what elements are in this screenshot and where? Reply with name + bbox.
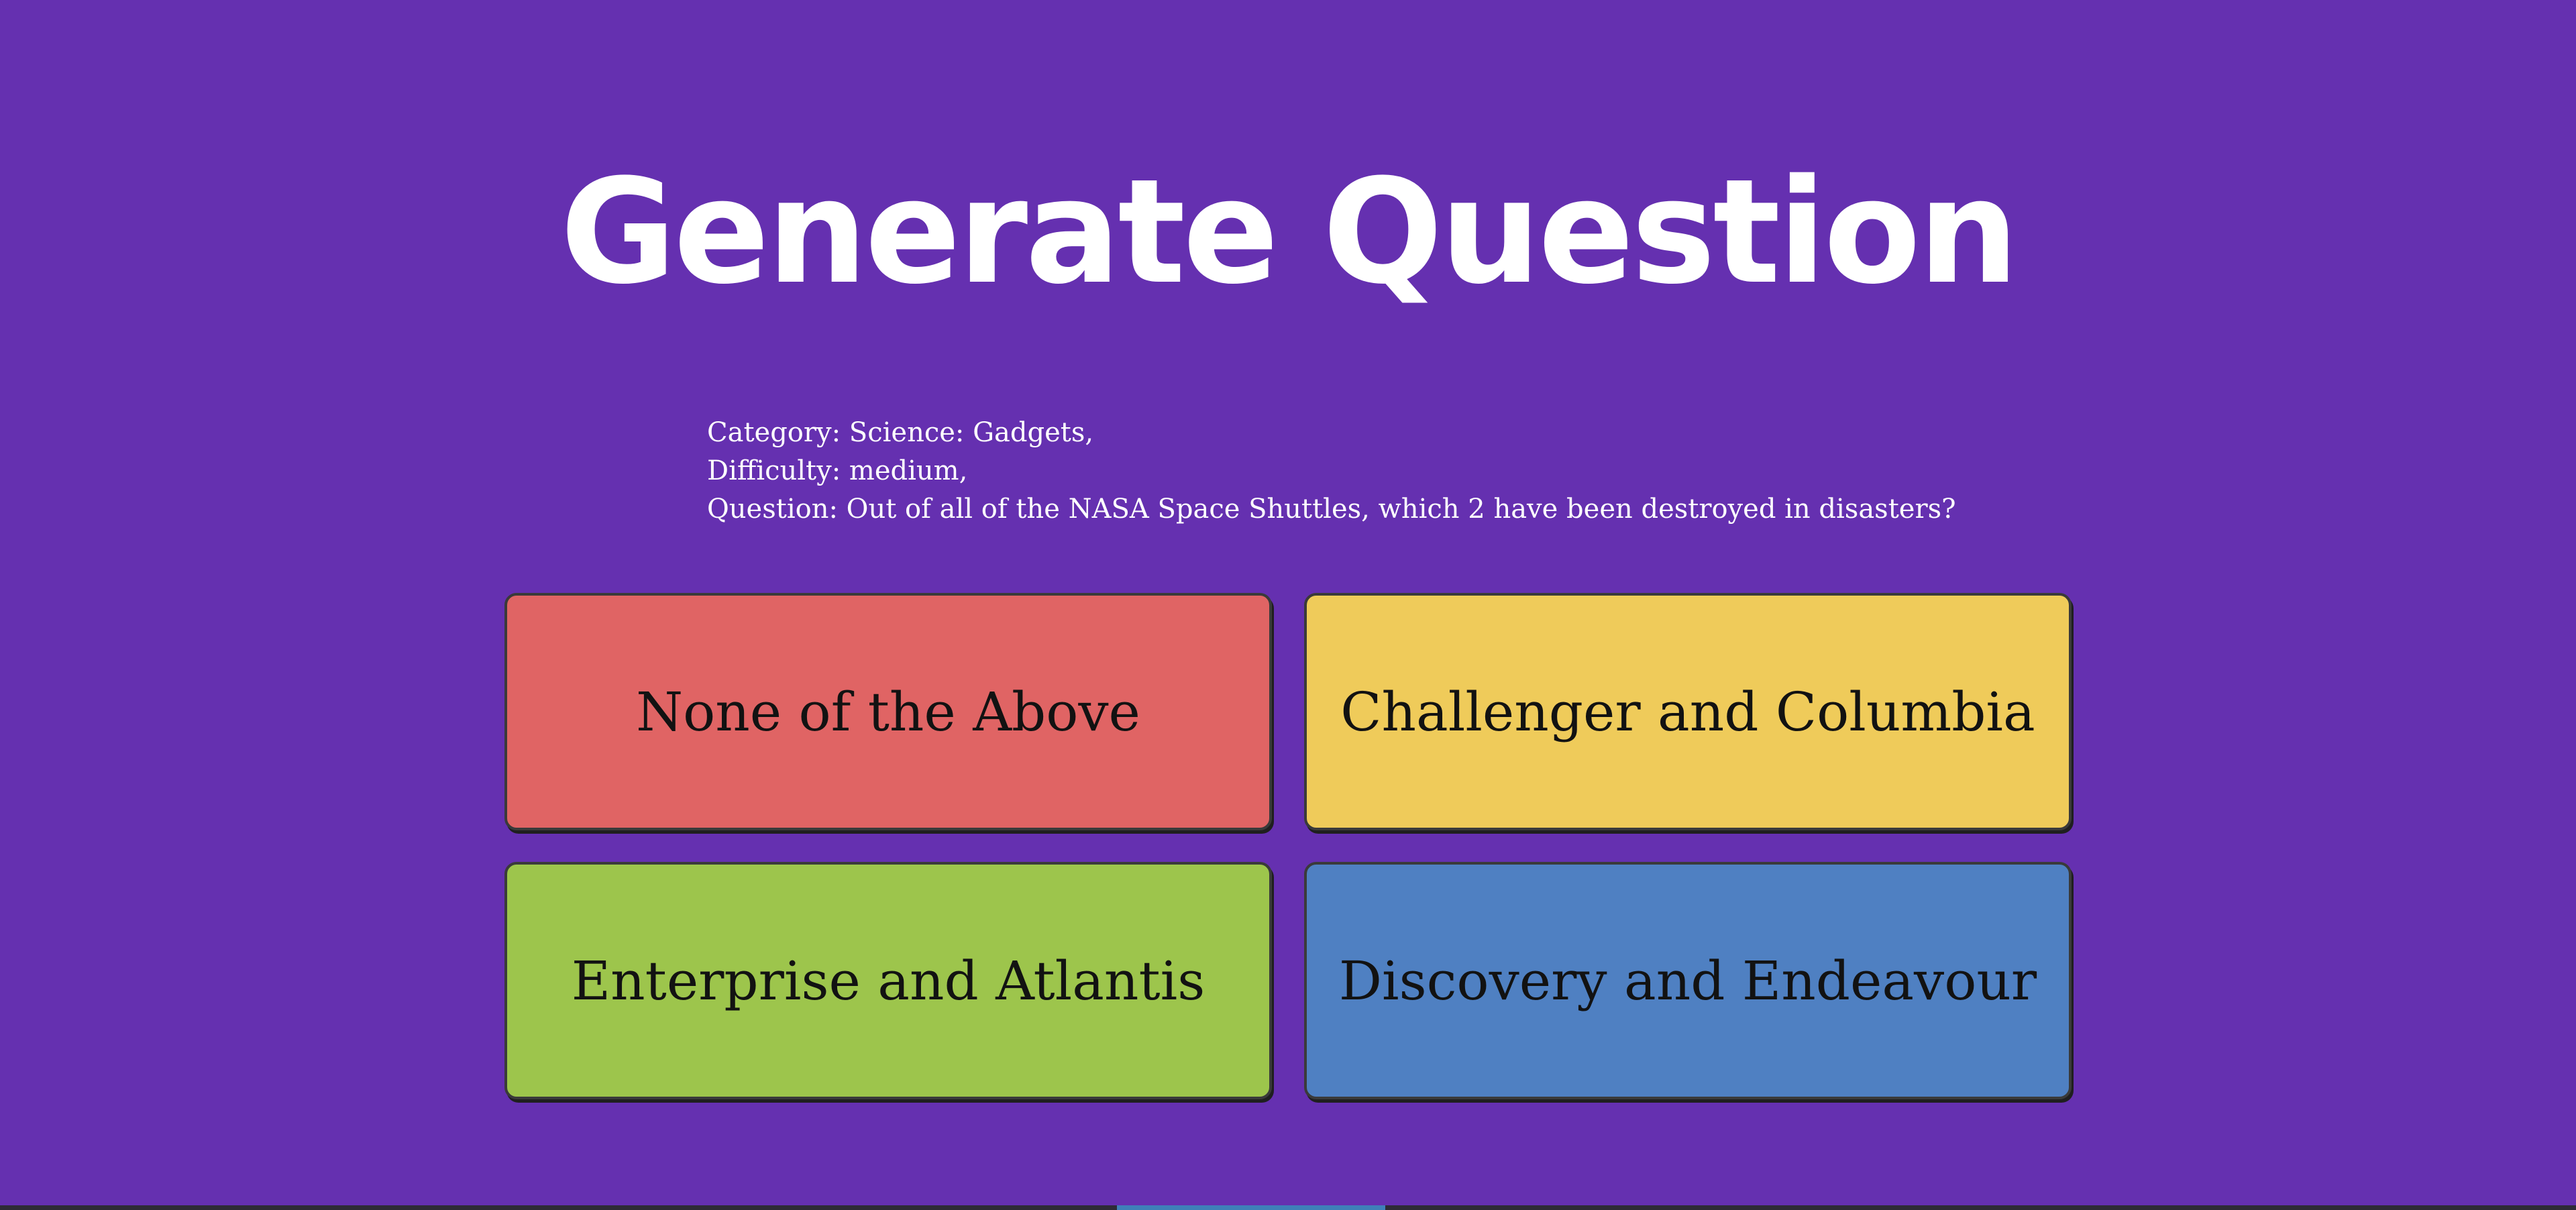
question-text: Question: Out of all of the NASA Space S…	[707, 494, 1956, 525]
answer-button-1[interactable]: None of the Above	[504, 593, 1272, 830]
difficulty-text: Difficulty: medium,	[707, 455, 968, 486]
answer-button-2[interactable]: Challenger and Columbia	[1304, 593, 2072, 830]
answer-label: None of the Above	[636, 680, 1140, 743]
answer-label: Enterprise and Atlantis	[571, 949, 1205, 1012]
answer-button-4[interactable]: Discovery and Endeavour	[1304, 862, 2072, 1099]
category-text: Category: Science: Gadgets,	[707, 417, 1094, 448]
answer-label: Discovery and Endeavour	[1338, 949, 2037, 1012]
bottom-edge-accent	[1117, 1205, 1385, 1210]
generate-question-button[interactable]: Generate Question	[0, 131, 2576, 332]
generate-question-label: Generate Question	[559, 147, 2019, 316]
answer-label: Challenger and Columbia	[1340, 680, 2035, 743]
question-info: Category: Science: Gadgets, Difficulty: …	[707, 414, 2317, 529]
answer-button-3[interactable]: Enterprise and Atlantis	[504, 862, 1272, 1099]
